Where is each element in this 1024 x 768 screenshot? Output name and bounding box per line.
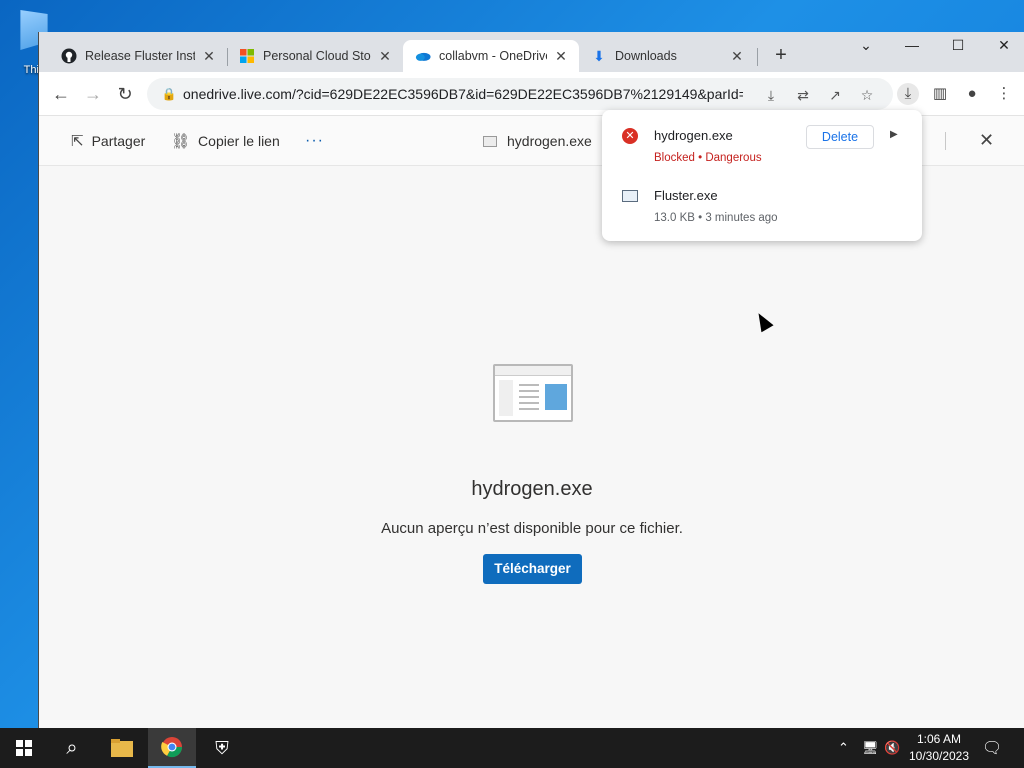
copy-link-label: Copier le lien [198,133,280,149]
more-icon: ··· [305,132,324,149]
close-preview-button[interactable]: ✕ [979,130,994,151]
tab-title: Release Fluster Install [85,49,195,63]
download-button[interactable]: Télécharger [483,554,582,584]
system-clock[interactable]: 1:06 AM 10/30/2023 [906,731,972,765]
url-text: onedrive.live.com/?cid=629DE22EC3596DB7&… [183,86,743,102]
download-status: 13.0 KB • 3 minutes ago [654,212,778,224]
share-icon[interactable]: ↗ [825,85,845,105]
tab-release-fluster[interactable]: Release Fluster Install ✕ [49,40,227,72]
no-preview-file-icon [493,364,573,422]
profile-avatar-icon[interactable]: ● [961,83,983,105]
copy-link-button[interactable]: ⛓ Copier le lien [171,116,280,166]
maximize-button[interactable]: ☐ [935,32,981,60]
tab-strip: Release Fluster Install ✕ Personal Cloud… [39,32,1024,72]
reload-button[interactable]: ↻ [113,82,137,106]
downloads-bubble: ✕ hydrogen.exe Blocked • Dangerous Delet… [602,110,922,241]
file-explorer-icon[interactable] [98,728,146,768]
onedrive-icon [415,48,431,64]
more-options-button[interactable]: ··· [305,116,324,166]
forward-button[interactable]: → [81,82,105,106]
close-icon[interactable]: ✕ [553,48,569,64]
network-icon[interactable]: 🖥 [862,728,879,768]
window-close-button[interactable]: ✕ [981,32,1024,60]
share-label: Partager [91,133,146,149]
tab-search-button[interactable]: ⌄ [843,32,889,60]
tab-downloads[interactable]: ⬇ Downloads ✕ [579,40,755,72]
no-preview-message: Aucun aperçu n’est disponible pour ce fi… [381,520,683,537]
download-item-fluster[interactable]: Fluster.exe 13.0 KB • 3 minutes ago [602,170,922,230]
github-icon [61,48,77,64]
bookmark-star-icon[interactable]: ☆ [857,85,877,105]
taskbar: ⌕ ⛨ ⌃ 🖥 🔇 1:06 AM 10/30/2023 🗨 [0,728,1024,768]
tab-title: Downloads [615,49,677,63]
exe-file-icon [622,190,638,202]
share-arrow-icon: ⇱ [71,133,84,150]
tab-separator [757,48,758,66]
new-tab-button[interactable]: + [771,45,791,66]
download-item-hydrogen[interactable]: ✕ hydrogen.exe Blocked • Dangerous Delet… [602,110,922,170]
close-icon[interactable]: ✕ [729,48,745,64]
tab-personal-cloud[interactable]: Personal Cloud Storag ✕ [227,40,403,72]
side-panel-icon[interactable]: ▥ [929,83,951,105]
start-button[interactable] [0,728,48,768]
preview-area: hydrogen.exe Aucun aperçu n’est disponib… [39,166,1024,728]
file-name-label: hydrogen.exe [507,133,592,149]
file-icon [483,135,497,147]
show-hidden-icons-button[interactable]: ⌃ [838,728,849,768]
share-button[interactable]: ⇱ Partager [71,116,145,166]
blocked-error-icon: ✕ [622,128,638,144]
microsoft-icon [239,48,255,64]
delete-button[interactable]: Delete [806,125,874,149]
browser-window: Release Fluster Install ✕ Personal Cloud… [38,32,1024,728]
chevron-right-icon[interactable]: ▶ [890,129,898,140]
download-file-name: hydrogen.exe [654,128,733,143]
tab-collabvm-onedrive[interactable]: collabvm - OneDrive ✕ [403,40,579,72]
chrome-icon[interactable] [148,728,196,768]
divider [945,132,946,150]
preview-file-title: hydrogen.exe [471,478,593,500]
close-icon[interactable]: ✕ [377,48,393,64]
downloads-toolbar-button[interactable]: ⤓ [897,83,919,105]
clock-time: 1:06 AM [916,732,962,746]
notification-icon[interactable]: 🗨 [982,728,1002,768]
download-file-name: Fluster.exe [654,188,718,203]
install-app-icon[interactable]: ⤓ [761,85,781,105]
translate-icon[interactable]: ⇄ [793,85,813,105]
security-shield-icon[interactable]: ⛨ [198,728,246,768]
address-bar[interactable]: 🔒 onedrive.live.com/?cid=629DE22EC3596DB… [147,78,893,110]
tab-title: Personal Cloud Storag [263,49,371,63]
link-icon: ⛓ [171,133,191,150]
windows-logo-icon [16,740,32,756]
volume-muted-icon[interactable]: 🔇 [884,728,900,768]
menu-kebab-icon[interactable]: ⋮ [993,83,1015,105]
download-icon: ⬇ [593,47,605,64]
download-status: Blocked • Dangerous [654,152,762,164]
search-icon[interactable]: ⌕ [48,728,96,768]
minimize-button[interactable]: — [889,32,935,60]
file-name-header: hydrogen.exe [483,116,592,166]
lock-icon[interactable]: 🔒 [155,87,183,101]
back-button[interactable]: ← [49,82,73,106]
clock-date: 10/30/2023 [908,749,970,763]
close-icon[interactable]: ✕ [201,48,217,64]
tab-title: collabvm - OneDrive [439,49,547,63]
